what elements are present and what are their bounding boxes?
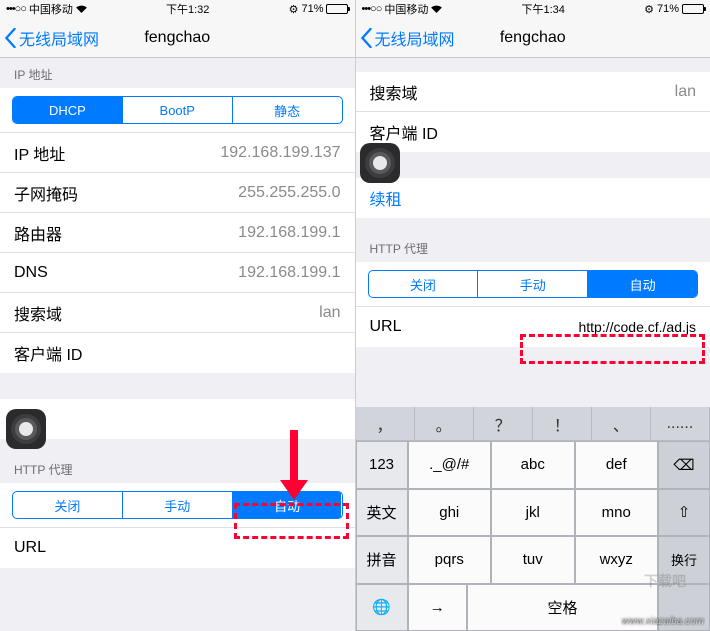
seg-dhcp[interactable]: DHCP [13,97,123,123]
key-abc[interactable]: abc [491,441,575,489]
battery-icon [326,4,348,14]
clock: 下午1:34 [522,1,565,17]
wifi-icon [76,5,87,13]
row-router[interactable]: 路由器192.168.199.1 [0,213,355,253]
seg-proxy-manual[interactable]: 手动 [478,271,588,297]
section-header-proxy: HTTP 代理 [356,218,710,262]
row-search-domain[interactable]: 搜索域lan [0,293,355,333]
back-label: 无线局域网 [375,26,455,50]
key-pinyin[interactable]: 拼音 [356,536,408,584]
carrier-label: 中国移动 [29,1,73,17]
sync-icon: ⚙ [644,3,654,16]
row-url[interactable]: URL [0,528,355,568]
row-ip-address[interactable]: IP 地址192.168.199.137 [0,133,355,173]
key-pqrs[interactable]: pqrs [408,536,492,584]
row-renew-lease[interactable]: 续租 [356,178,710,218]
ip-config-segmented: DHCP BootP 静态 [0,88,355,133]
battery-icon [682,4,704,14]
assistive-touch-button[interactable] [6,409,46,449]
key-backspace[interactable]: ⌫ [658,441,710,489]
key-def[interactable]: def [575,441,659,489]
keyboard: 123 ._@/# abc def ⌫ 英文 ghi jkl mno ⇧ 拼音 … [356,441,710,631]
right-screenshot: •••○○ 中国移动 下午1:34 ⚙ 71% 无线局域网 fengchao 搜… [356,0,710,631]
status-bar: •••○○ 中国移动 下午1:34 ⚙ 71% [356,0,710,18]
row-dns[interactable]: DNS192.168.199.1 [0,253,355,293]
status-bar: •••○○ 中国移动 下午1:32 ⚙ 71% [0,0,355,18]
key-english[interactable]: 英文 [356,489,408,537]
key-space[interactable]: 空格 [467,584,658,631]
key-tuv[interactable]: tuv [491,536,575,584]
left-screenshot: •••○○ 中国移动 下午1:32 ⚙ 71% 无线局域网 fengchao I… [0,0,356,631]
url-input[interactable]: http://code.cf./ad.js [578,319,696,335]
proxy-segmented: 关闭 手动 自动 [356,262,710,307]
key-arrow[interactable]: → [408,584,468,631]
assistive-dot-icon [19,422,33,436]
row-url[interactable]: URLhttp://code.cf./ad.js [356,307,710,347]
key-123[interactable]: 123 [356,441,408,489]
chevron-left-icon [4,28,17,48]
key-return[interactable]: 换行 [658,536,710,584]
key-shift[interactable]: ⇧ [658,489,710,537]
row-subnet-mask[interactable]: 子网掩码255.255.255.0 [0,173,355,213]
seg-proxy-auto[interactable]: 自动 [588,271,697,297]
wifi-icon [431,5,442,13]
nav-bar: 无线局域网 fengchao [0,18,355,58]
battery-percent: 71% [657,3,679,15]
assistive-dot-icon [373,156,387,170]
row-search-domain[interactable]: 搜索域lan [356,72,710,112]
chevron-left-icon [360,28,373,48]
seg-proxy-manual[interactable]: 手动 [123,492,233,518]
assistive-touch-button[interactable] [360,143,400,183]
seg-proxy-off[interactable]: 关闭 [369,271,479,297]
seg-proxy-auto[interactable]: 自动 [233,492,342,518]
battery-percent: 71% [301,3,323,15]
key-jkl[interactable]: jkl [491,489,575,537]
key-wxyz[interactable]: wxyz [575,536,659,584]
section-header-ip: IP 地址 [0,58,355,88]
punct-key[interactable]: 、 [592,407,651,440]
signal-dots-icon: •••○○ [6,3,26,15]
row-renew-lease[interactable]: 续租 [0,399,355,439]
row-client-id[interactable]: 客户端 ID [0,333,355,373]
punct-key[interactable]: 。 [415,407,474,440]
row-client-id[interactable]: 客户端 ID [356,112,710,152]
seg-proxy-off[interactable]: 关闭 [13,492,123,518]
key-globe[interactable]: 🌐 [356,584,408,631]
proxy-segmented: 关闭 手动 自动 [0,483,355,528]
key-symbols[interactable]: ._@/# [408,441,492,489]
seg-bootp[interactable]: BootP [123,97,233,123]
punct-key[interactable]: ， [356,407,415,440]
keyboard-punctuation-row: ， 。 ？ ！ 、 ...... [356,407,710,441]
seg-static[interactable]: 静态 [233,97,342,123]
back-label: 无线局域网 [19,26,99,50]
key-ghi[interactable]: ghi [408,489,492,537]
punct-key[interactable]: ！ [533,407,592,440]
carrier-label: 中国移动 [384,1,428,17]
signal-dots-icon: •••○○ [362,3,382,15]
punct-key[interactable]: ...... [651,407,710,440]
sync-icon: ⚙ [289,3,299,16]
back-button[interactable]: 无线局域网 [0,26,99,50]
clock: 下午1:32 [166,1,209,17]
section-header-proxy: HTTP 代理 [0,439,355,483]
nav-bar: 无线局域网 fengchao [356,18,710,58]
punct-key[interactable]: ？ [474,407,533,440]
key-return-bottom[interactable] [658,584,710,631]
back-button[interactable]: 无线局域网 [356,26,455,50]
key-mno[interactable]: mno [575,489,659,537]
